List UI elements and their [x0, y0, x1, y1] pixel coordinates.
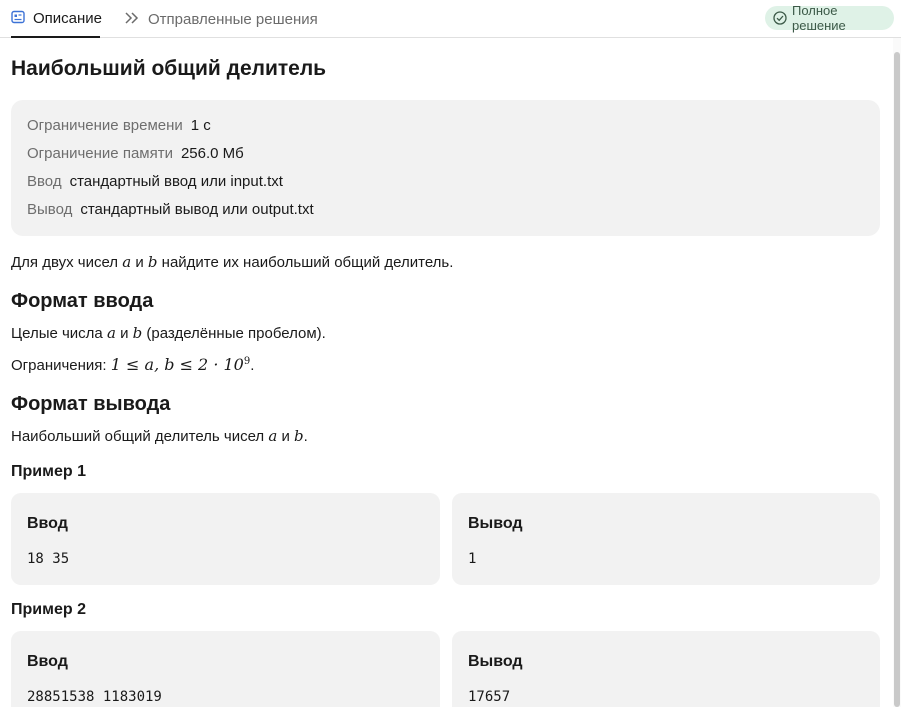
tab-submissions-label: Отправленные решения — [148, 10, 318, 28]
page-title: Наибольший общий делитель — [11, 57, 327, 80]
input-format-line1: Целые числа a и b (разделённые пробелом)… — [11, 324, 326, 342]
limit-input: Ввод стандартный ввод или input.txt — [27, 173, 283, 190]
limit-value: стандартный вывод или output.txt — [80, 201, 314, 218]
tab-description[interactable]: Описание — [11, 0, 103, 38]
limit-value: стандартный ввод или input.txt — [69, 173, 283, 190]
example-input-value[interactable]: 18 35 — [27, 551, 69, 567]
example-output-value[interactable]: 17657 — [468, 689, 510, 705]
example-output-label: Вывод — [468, 515, 523, 532]
limit-value: 256.0 Мб — [180, 145, 244, 162]
output-format-text: Наибольший общий делитель чисел a и b. — [11, 427, 308, 445]
status-badge-label: Полное решение — [792, 3, 846, 33]
tab-description-label: Описание — [33, 9, 103, 27]
tab-bar: Описание Отправленные решения Полное реш… — [0, 0, 901, 38]
input-format-heading: Формат ввода — [11, 290, 154, 312]
example-output-value[interactable]: 1 — [468, 551, 476, 567]
input-format-constraints: Ограничения: 1 ≤ a, b ≤ 2 · 109. — [11, 355, 255, 374]
limit-memory: Ограничение памяти 256.0 Мб — [27, 145, 244, 162]
limit-time: Ограничение времени 1 с — [27, 117, 211, 134]
example-2-title: Пример 2 — [11, 601, 86, 618]
example-input-value[interactable]: 28851538 1183019 — [27, 689, 162, 705]
scrollbar-thumb[interactable] — [894, 52, 900, 707]
example-1-input: Ввод 18 35 — [11, 493, 440, 585]
tab-submissions[interactable]: Отправленные решения — [124, 0, 318, 38]
check-circle-icon — [773, 11, 787, 25]
example-input-label: Ввод — [27, 653, 68, 670]
status-badge: Полное решение — [765, 3, 894, 33]
example-output-label: Вывод — [468, 653, 523, 670]
example-2-output: Вывод 17657 — [452, 631, 880, 707]
example-1-output: Вывод 1 — [452, 493, 880, 585]
limit-value: 1 с — [190, 117, 211, 134]
limit-key: Ограничение времени — [27, 117, 183, 134]
description-icon — [11, 10, 25, 26]
limit-output: Вывод стандартный вывод или output.txt — [27, 201, 314, 218]
limit-key: Вывод — [27, 201, 73, 218]
output-format-heading: Формат вывода — [11, 393, 171, 415]
limit-key: Ограничение памяти — [27, 145, 173, 162]
statement: Для двух чисел a и b найдите их наибольш… — [11, 253, 454, 271]
example-1-title: Пример 1 — [11, 463, 86, 480]
example-2-input: Ввод 28851538 1183019 — [11, 631, 440, 707]
limit-key: Ввод — [27, 173, 62, 190]
double-chevron-icon — [124, 11, 140, 27]
example-input-label: Ввод — [27, 515, 68, 532]
